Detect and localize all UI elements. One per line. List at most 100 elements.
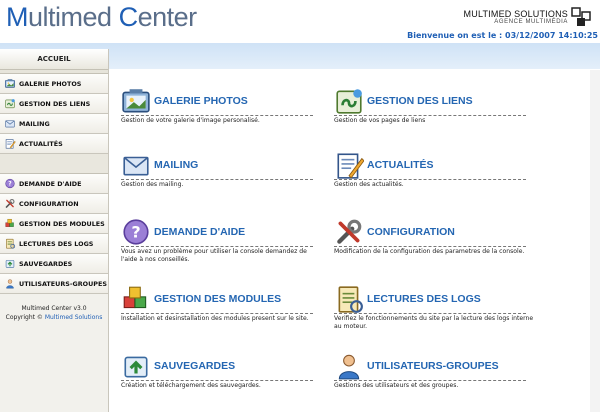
brand-logo-icon [571,7,591,26]
tile-demande-d-aide[interactable]: ? DEMANDE D'AIDE Vous avez un problème p… [121,217,317,271]
tile-icon [121,284,151,314]
tile-title[interactable]: GESTION DES LIENS [367,95,473,107]
svg-text:?: ? [8,181,12,187]
backup-icon [124,356,148,378]
footer-version: Multimed Center v3.0 [21,305,87,312]
tile-description: Verifiez le fonctionnements du site par … [334,315,534,330]
sidebar-item-label: SAUVEGARDES [19,259,73,268]
logo-text-2: enter [137,2,198,32]
tile-galerie-photos[interactable]: GALERIE PHOTOS Gestion de votre galerie … [121,86,317,140]
sidebar-footer: Multimed Center v3.0 Copyright © Multime… [0,304,108,322]
tile-divider [121,179,313,180]
tile-divider [121,313,313,314]
tile-divider [121,246,313,247]
sidebar-item-sauvegardes[interactable]: SAUVEGARDES [0,254,108,274]
tile-lectures-des-logs[interactable]: LECTURES DES LOGS Verifiez le fonctionne… [334,284,533,338]
tile-configuration[interactable]: CONFIGURATION Modification de la configu… [334,217,530,271]
brand-block: Multimed Solutions Agence Multimédia [464,9,568,25]
tile-description: Gestion de votre galerie d'image persona… [121,117,260,124]
logo-letter-c: C [118,2,139,32]
tile-gestion-des-liens[interactable]: GESTION DES LIENS Gestion de vos pages d… [334,86,530,140]
sidebar-item-label: MAILING [19,119,50,128]
sidebar-item-galerie-photos[interactable]: GALERIE PHOTOS [0,74,108,94]
tools-icon [337,219,362,244]
sidebar-item-utilisateurs-groupes[interactable]: UTILISATEURS-GROUPES [0,274,108,294]
tile-description: Gestion de vos pages de liens [334,117,426,124]
tile-title[interactable]: DEMANDE D'AIDE [154,226,245,238]
sidebar-item-label: GESTION DES MODULES [19,219,105,228]
logs-icon-wrap [4,238,16,249]
tile-title[interactable]: UTILISATEURS-GROUPES [367,360,499,372]
tile-utilisateurs-groupes[interactable]: UTILISATEURS-GROUPES Gestions des utilis… [334,351,530,405]
photo-gallery-icon-wrap [4,78,16,89]
sidebar-separator [0,154,108,174]
footer-copyright: Copyright © Multimed Solutions [0,313,108,322]
mail-icon-wrap [4,118,16,129]
sidebar: ACCUEIL GALERIE PHOTOS GESTION DES LIENS M… [0,49,109,412]
tile-title[interactable]: ACTUALITÉS [367,159,434,171]
sidebar-item-lectures-des-logs[interactable]: LECTURES DES LOGS [0,234,108,254]
help-icon: ? [123,219,149,245]
tile-icon [334,150,365,180]
sidebar-item-actualit-s[interactable]: ACTUALITÉS [0,134,108,154]
tile-icon [121,351,151,381]
tile-gestion-des-modules[interactable]: GESTION DES MODULES Installation et desi… [121,284,317,338]
links-icon [336,89,362,114]
sidebar-item-label: GALERIE PHOTOS [19,79,82,88]
brand-subtitle: Agence Multimédia [494,19,568,25]
sidebar-item-demande-d-aide[interactable]: ? DEMANDE D'AIDE [0,174,108,194]
links-icon [5,99,15,109]
sidebar-item-configuration[interactable]: CONFIGURATION [0,194,108,214]
tile-description: Gestion des actualités. [334,181,404,188]
logo-text-1: ultimed [28,2,112,32]
tile-divider [121,115,313,116]
tile-title[interactable]: GALERIE PHOTOS [154,95,248,107]
logo-letter-m: M [6,2,29,32]
tile-title[interactable]: CONFIGURATION [367,226,455,238]
logs-icon [6,238,16,249]
tile-sauvegardes[interactable]: SAUVEGARDES Création et téléchargement d… [121,351,317,405]
tile-divider [334,115,526,116]
links-icon-wrap [4,98,16,109]
users-icon-wrap [4,278,16,289]
modules-icon [123,286,147,309]
tile-actualit-s[interactable]: ACTUALITÉS Gestion des actualités. [334,150,530,204]
tile-icon [334,217,364,247]
welcome-datetime: Bienvenue on est le : 03/12/2007 14:10:2… [407,31,598,40]
footer-link[interactable]: Multimed Solutions [45,314,103,321]
sidebar-item-gestion-des-modules[interactable]: GESTION DES MODULES [0,214,108,234]
brand-name: Multimed Solutions [463,9,568,19]
tile-description: Gestions des utilisateurs et des groupes… [334,382,459,389]
tile-description: Vous avez un problème pour utiliser la c… [121,248,307,263]
main-panel: GALERIE PHOTOS Gestion de votre galerie … [112,70,600,412]
photo-gallery-icon [122,89,150,113]
app-logo[interactable]: Multimed Center [6,2,197,33]
sidebar-home[interactable]: ACCUEIL [0,49,108,70]
backup-icon [5,260,15,268]
scrollbar[interactable] [590,70,600,412]
tile-icon [334,351,364,381]
tile-title[interactable]: SAUVEGARDES [154,360,235,372]
tile-title[interactable]: MAILING [154,159,198,171]
tile-divider [334,179,526,180]
sidebar-item-label: UTILISATEURS-GROUPES [19,279,107,288]
logs-icon [338,286,363,313]
sidebar-item-label: GESTION DES LIENS [19,99,91,108]
tile-icon [334,86,364,116]
footer-copyright-text: Copyright © [5,314,43,321]
mail-icon [123,156,149,176]
photo-gallery-icon [4,79,16,88]
tile-title[interactable]: LECTURES DES LOGS [367,293,481,305]
tile-mailing[interactable]: MAILING Gestion des mailing. [121,150,317,204]
tile-icon [121,150,151,180]
sidebar-item-label: ACTUALITÉS [19,139,63,148]
news-icon-wrap [4,138,16,149]
tile-description: Modification de la configuration des par… [334,248,525,255]
tile-icon [334,284,364,314]
svg-text:?: ? [131,222,140,241]
sidebar-item-gestion-des-liens[interactable]: GESTION DES LIENS [0,94,108,114]
tile-title[interactable]: GESTION DES MODULES [154,293,281,305]
users-icon [6,279,14,289]
sidebar-item-label: CONFIGURATION [19,199,79,208]
sidebar-item-mailing[interactable]: MAILING [0,114,108,134]
